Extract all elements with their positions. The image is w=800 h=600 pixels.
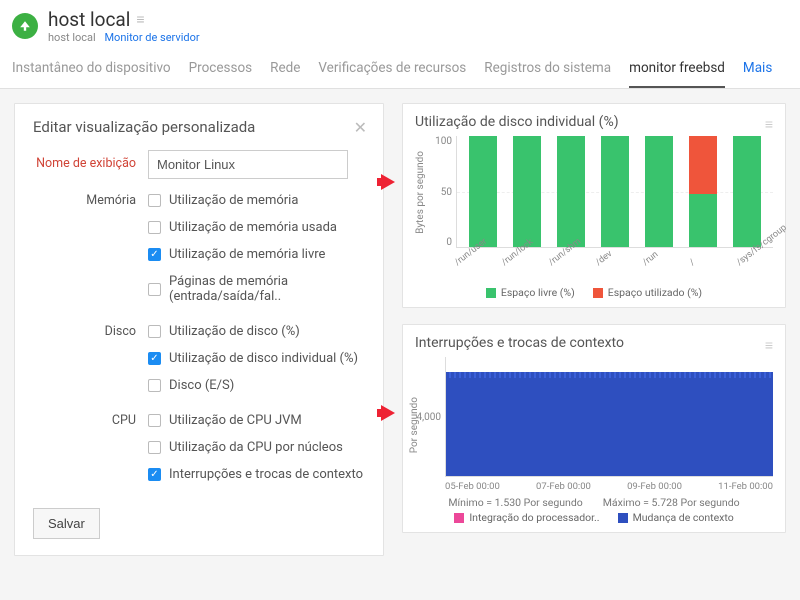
tab-network[interactable]: Rede bbox=[270, 54, 300, 88]
ctx-y-axis: 4,000 bbox=[415, 357, 445, 477]
disk-legend: Espaço livre (%) Espaço utilizado (%) bbox=[415, 286, 773, 299]
disk-group-label: Disco bbox=[33, 318, 148, 339]
chk-mem-util[interactable] bbox=[148, 194, 161, 207]
chk-disk-ind-label: Utilização de disco individual (%) bbox=[169, 351, 358, 366]
chart-menu-icon[interactable]: ≡ bbox=[765, 337, 773, 354]
memory-group-label: Memória bbox=[33, 187, 148, 208]
disk-bars bbox=[456, 136, 773, 248]
chk-mem-free[interactable] bbox=[148, 248, 161, 261]
save-button[interactable]: Salvar bbox=[33, 508, 100, 539]
tab-resources[interactable]: Verificações de recursos bbox=[318, 54, 466, 88]
chk-cpu-jvm-label: Utilização de CPU JVM bbox=[169, 413, 302, 428]
edit-view-panel: Editar visualização personalizada ✕ Nome… bbox=[14, 103, 384, 556]
host-title: host local bbox=[48, 8, 130, 31]
disk-chart-title: Utilização de disco individual (%) bbox=[415, 114, 773, 130]
tab-processes[interactable]: Processos bbox=[189, 54, 253, 88]
chk-cpu-cores-label: Utilização da CPU por núcleos bbox=[169, 440, 343, 455]
tab-monitor-freebsd[interactable]: monitor freebsd bbox=[629, 54, 725, 88]
tab-syslogs[interactable]: Registros do sistema bbox=[484, 54, 611, 88]
display-name-input[interactable] bbox=[148, 150, 348, 179]
ctx-chart-title: Interrupções e trocas de contexto bbox=[415, 335, 773, 351]
chk-mem-used[interactable] bbox=[148, 221, 161, 234]
hamburger-icon[interactable]: ≡ bbox=[136, 11, 144, 28]
tab-more[interactable]: Mais bbox=[743, 54, 772, 88]
tab-snapshot[interactable]: Instantâneo do dispositivo bbox=[12, 54, 171, 88]
page-header: host local ≡ host local Monitor de servi… bbox=[0, 0, 800, 89]
chk-disk-util-label: Utilização de disco (%) bbox=[169, 324, 300, 339]
arrow-icon bbox=[381, 405, 395, 421]
chk-cpu-ctx-label: Interrupções e trocas de contexto bbox=[169, 467, 363, 482]
status-up-icon bbox=[12, 13, 38, 39]
chk-disk-util[interactable] bbox=[148, 325, 161, 338]
chk-mem-used-label: Utilização de memória usada bbox=[169, 220, 337, 235]
breadcrumb-host: host local bbox=[48, 31, 96, 44]
chk-mem-free-label: Utilização de memória livre bbox=[169, 247, 325, 262]
chk-disk-ind[interactable] bbox=[148, 352, 161, 365]
chk-mem-pages-label: Páginas de memória (entrada/saída/fal.. bbox=[169, 274, 365, 304]
chk-cpu-ctx[interactable] bbox=[148, 468, 161, 481]
breadcrumb-link[interactable]: Monitor de servidor bbox=[104, 31, 199, 44]
arrow-icon bbox=[381, 174, 395, 190]
chk-mem-pages[interactable] bbox=[148, 283, 161, 296]
ctx-chart-panel: Interrupções e trocas de contexto ≡ Por … bbox=[402, 324, 786, 533]
disk-y-axis: 100 50 0 bbox=[428, 136, 456, 248]
cpu-group-label: CPU bbox=[33, 407, 148, 428]
disk-ylabel: Bytes por segundo bbox=[415, 151, 426, 234]
chart-menu-icon[interactable]: ≡ bbox=[765, 116, 773, 133]
tab-bar: Instantâneo do dispositivo Processos Red… bbox=[12, 54, 788, 88]
disk-chart-panel: Utilização de disco individual (%) ≡ Byt… bbox=[402, 103, 786, 308]
chk-cpu-jvm[interactable] bbox=[148, 414, 161, 427]
chk-disk-io-label: Disco (E/S) bbox=[169, 378, 234, 393]
disk-x-labels: /run/user/run/lock/run/shm/dev/run//sys/… bbox=[443, 252, 773, 262]
panel-title: Editar visualização personalizada bbox=[33, 118, 365, 136]
chk-mem-util-label: Utilização de memória bbox=[169, 193, 298, 208]
chk-disk-io[interactable] bbox=[148, 379, 161, 392]
ctx-x-labels: 05-Feb 00:0007-Feb 00:0009-Feb 00:0011-F… bbox=[445, 481, 773, 492]
ctx-area bbox=[445, 357, 773, 477]
close-icon[interactable]: ✕ bbox=[354, 118, 367, 137]
ctx-legend: Integração do processador.. Mudança de c… bbox=[415, 511, 773, 524]
display-name-label: Nome de exibição bbox=[33, 150, 148, 171]
ctx-stats: Mínimo = 1.530 Por segundoMáximo = 5.728… bbox=[415, 496, 773, 509]
chk-cpu-cores[interactable] bbox=[148, 441, 161, 454]
